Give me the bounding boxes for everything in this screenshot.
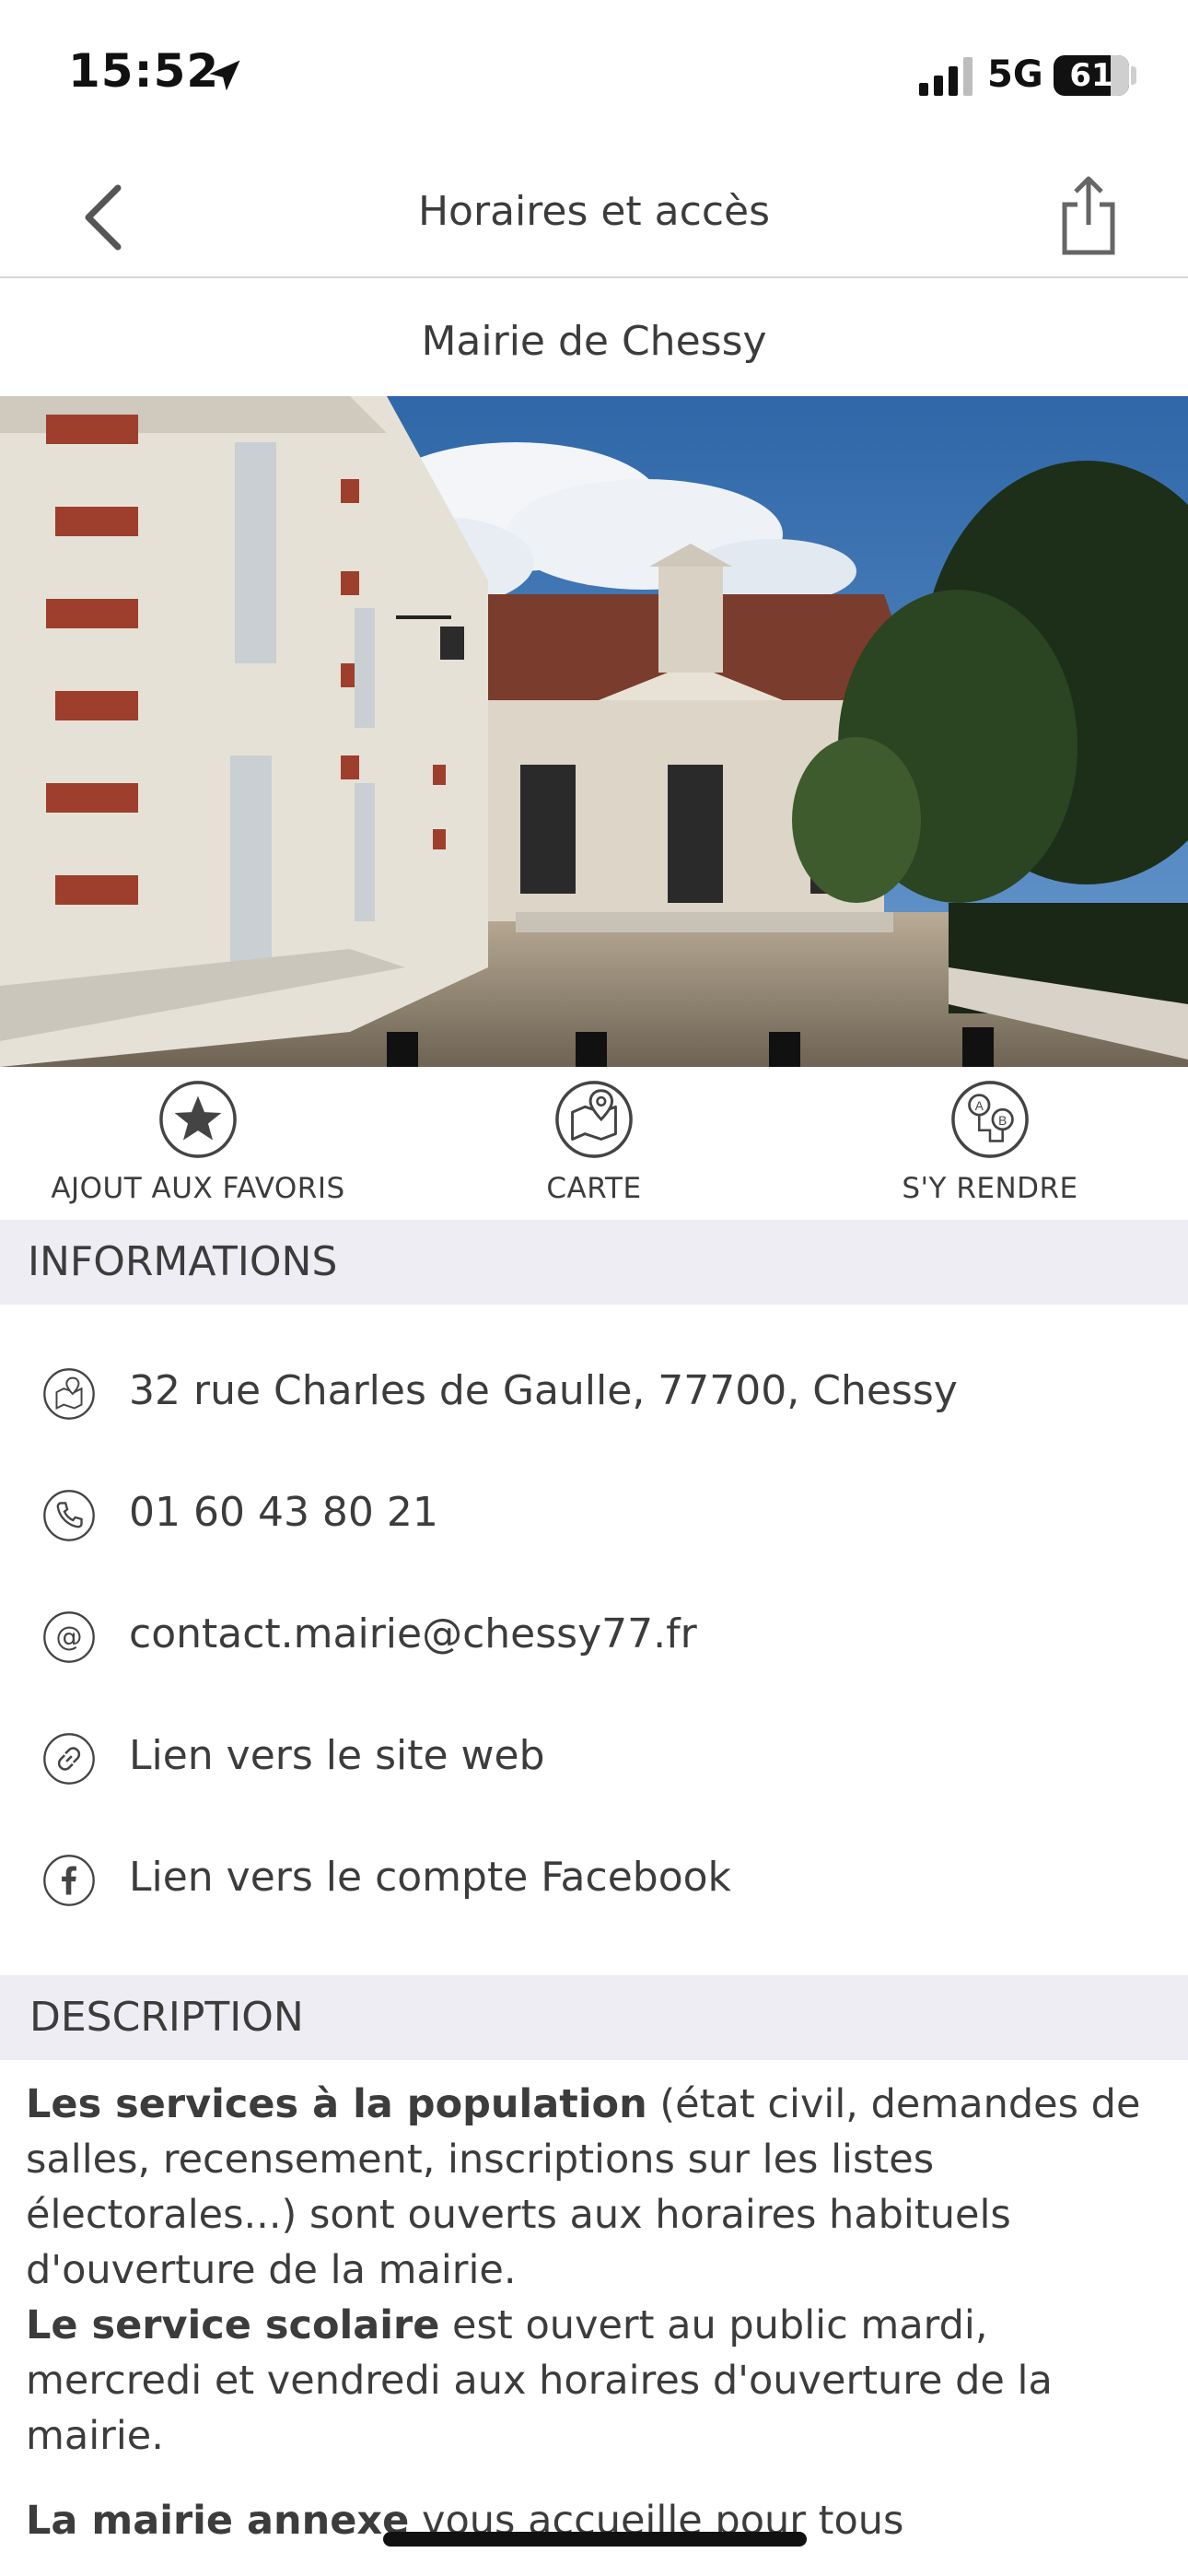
action-row: AJOUT AUX FAVORIS CARTE A B S'Y RENDRE	[0, 1067, 1188, 1220]
network-label: 5G	[987, 53, 1043, 96]
link-icon	[43, 1733, 95, 1785]
facebook-item[interactable]: Lien vers le compte Facebook	[0, 1826, 1188, 1937]
description-paragraph-1: Les services à la population (état civil…	[26, 2077, 1168, 2298]
signal-icon	[919, 57, 973, 96]
home-indicator[interactable]	[383, 2532, 807, 2547]
section-header-description: DESCRIPTION	[0, 1975, 1188, 2060]
website-text: Lien vers le site web	[129, 1732, 545, 1779]
favorite-button[interactable]: AJOUT AUX FAVORIS	[0, 1080, 396, 1205]
map-label: CARTE	[546, 1172, 642, 1205]
status-time: 15:52	[68, 44, 220, 98]
star-icon	[159, 1081, 237, 1158]
address-item[interactable]: 32 rue Charles de Gaulle, 77700, Chessy	[0, 1340, 1188, 1450]
map-icon	[555, 1081, 633, 1158]
status-bar: 15:52 5G 61	[0, 0, 1188, 147]
building-photo	[0, 396, 1188, 1067]
website-item[interactable]: Lien vers le site web	[0, 1704, 1188, 1815]
facebook-text: Lien vers le compte Facebook	[129, 1854, 732, 1901]
location-arrow-icon	[209, 60, 240, 91]
address-text: 32 rue Charles de Gaulle, 77700, Chessy	[129, 1367, 958, 1414]
facebook-icon	[43, 1855, 95, 1906]
description-paragraph-2: Le service scolaire est ouvert au public…	[26, 2298, 1168, 2464]
svg-text:A: A	[975, 1099, 984, 1113]
battery-level: 61	[1069, 57, 1113, 94]
description-bold-2: Le service scolaire	[26, 2302, 440, 2348]
battery-icon: 61	[1054, 55, 1129, 96]
section-header-informations: INFORMATIONS	[0, 1220, 1188, 1305]
email-text: contact.mairie@chessy77.fr	[129, 1610, 697, 1657]
description-bold-1: Les services à la population	[26, 2081, 647, 2127]
email-item[interactable]: @ contact.mairie@chessy77.fr	[0, 1583, 1188, 1693]
battery-nub	[1131, 66, 1136, 85]
phone-text: 01 60 43 80 21	[129, 1489, 438, 1536]
description-bold-3: La mairie annexe	[26, 2498, 410, 2544]
svg-text:@: @	[56, 1622, 83, 1653]
phone-icon	[43, 1490, 95, 1541]
at-icon: @	[43, 1611, 95, 1663]
place-name: Mairie de Chessy	[421, 318, 767, 365]
map-button[interactable]: CARTE	[396, 1080, 792, 1205]
phone-item[interactable]: 01 60 43 80 21	[0, 1461, 1188, 1572]
description-text: Les services à la population (état civil…	[26, 2077, 1168, 2548]
nav-bar: Horaires et accès	[0, 147, 1188, 278]
svg-text:B: B	[998, 1114, 1007, 1128]
directions-button[interactable]: A B S'Y RENDRE	[792, 1080, 1188, 1205]
route-icon: A B	[951, 1081, 1029, 1158]
favorite-label: AJOUT AUX FAVORIS	[51, 1172, 345, 1205]
map-pin-icon	[43, 1368, 95, 1420]
share-icon[interactable]	[1059, 173, 1118, 256]
directions-label: S'Y RENDRE	[902, 1172, 1078, 1205]
page-title: Horaires et accès	[417, 188, 771, 235]
